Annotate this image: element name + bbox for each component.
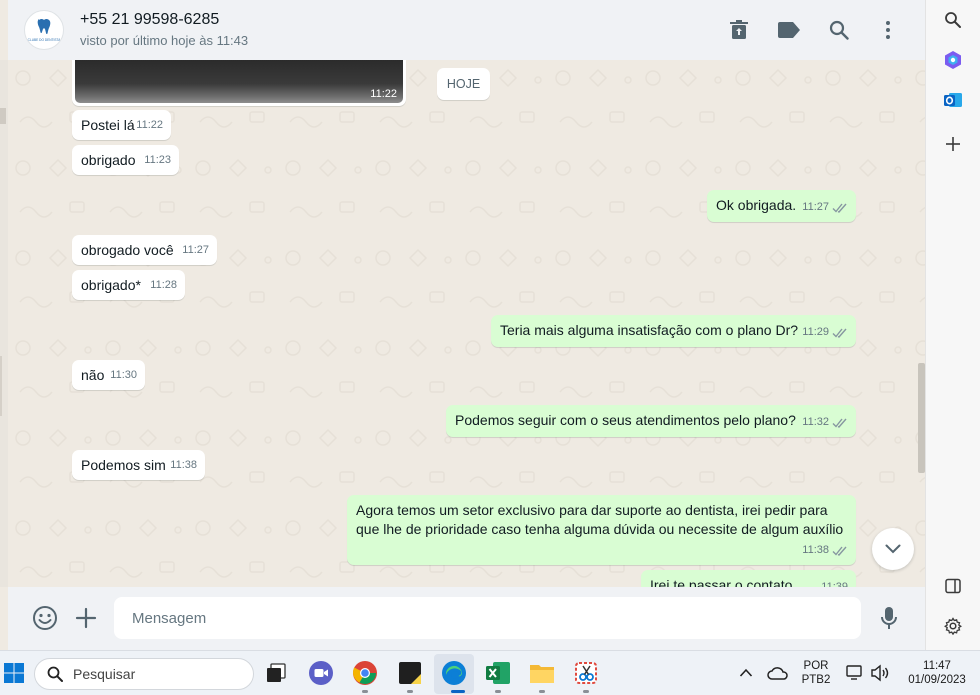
message-time: 11:23 [144, 154, 171, 166]
search-icon[interactable] [827, 18, 851, 42]
task-view-icon[interactable] [262, 659, 290, 687]
incoming-message[interactable]: Postei lá 11:22 [72, 110, 171, 140]
incoming-message[interactable]: obrogado você 11:27 [72, 235, 217, 265]
settings-gear-icon[interactable] [941, 614, 965, 638]
chat-header: CLUBE DO DENTISTA +55 21 99598-6285 vist… [8, 0, 925, 60]
message-time: 11:22 [136, 119, 163, 131]
chevron-up-icon[interactable] [732, 659, 760, 687]
outgoing-message[interactable]: Podemos seguir com o seus atendimentos p… [446, 405, 856, 437]
volume-icon[interactable] [866, 659, 894, 687]
windows-taskbar: Pesquisar POR PTB2 11:47 01/09/2023 [0, 650, 980, 695]
microphone-icon[interactable] [876, 605, 902, 631]
keyboard-layout-label: PTB2 [801, 674, 831, 686]
active-indicator [451, 690, 465, 693]
message-time: 11:22 [370, 88, 397, 100]
read-ticks-icon [832, 546, 847, 556]
image-message[interactable]: 11:22 [72, 60, 406, 106]
windows-start-icon[interactable] [0, 659, 28, 687]
incoming-message[interactable]: Podemos sim 11:38 [72, 450, 205, 480]
running-indicator [583, 690, 589, 693]
message-text: Teria mais alguma insatisfação com o pla… [500, 322, 799, 338]
incoming-message[interactable]: não 11:30 [72, 360, 145, 390]
contact-avatar[interactable]: CLUBE DO DENTISTA [24, 10, 64, 50]
outgoing-message[interactable]: Agora temos um setor exclusivo para dar … [347, 495, 856, 565]
incoming-message[interactable]: obrigado 11:23 [72, 145, 179, 175]
input-language[interactable]: POR PTB2 [798, 659, 834, 687]
avatar-logo-text: CLUBE DO DENTISTA [28, 38, 62, 42]
contact-last-seen: visto por último hoje às 11:43 [80, 33, 249, 48]
message-composer [8, 587, 925, 650]
clock-time: 11:47 [923, 660, 951, 672]
emoji-icon[interactable] [32, 605, 58, 631]
message-text: não [81, 367, 105, 383]
read-ticks-icon [832, 328, 847, 338]
message-time: 11:27 [802, 201, 829, 213]
message-input[interactable] [114, 597, 861, 639]
outgoing-message[interactable]: Teria mais alguma insatisfação com o pla… [491, 315, 856, 347]
chat-scrollbar[interactable] [918, 363, 925, 473]
trash-icon[interactable] [727, 18, 751, 42]
more-vertical-icon[interactable] [876, 18, 900, 42]
contact-name[interactable]: +55 21 99598-6285 [80, 11, 219, 29]
edge-browser-icon[interactable] [440, 659, 468, 687]
label-icon[interactable] [777, 18, 801, 42]
scroll-to-bottom-button[interactable] [872, 528, 914, 570]
message-text: Ok obrigada. [716, 197, 797, 213]
message-time: 11:27 [182, 244, 209, 256]
date-divider: HOJE [437, 68, 490, 100]
read-ticks-icon [832, 418, 847, 428]
language-label: POR [803, 660, 829, 672]
message-time: 11:39 [821, 581, 848, 587]
incoming-message[interactable]: obrigado* 11:28 [72, 270, 185, 300]
message-text: Podemos seguir com o seus atendimentos p… [455, 412, 796, 428]
left-edge-strip [0, 60, 8, 587]
chevron-down-icon [885, 544, 901, 554]
excel-icon[interactable] [484, 659, 512, 687]
message-time: 11:32 [802, 416, 829, 428]
message-text: obrogado você [81, 242, 174, 258]
outlook-icon[interactable] [941, 88, 965, 112]
attach-plus-icon[interactable] [73, 605, 99, 631]
running-indicator [362, 690, 368, 693]
sidebar-toggle-icon[interactable] [941, 574, 965, 598]
sticky-notes-icon[interactable] [396, 659, 424, 687]
image-thumbnail[interactable]: 11:22 [75, 60, 403, 103]
running-indicator [495, 690, 501, 693]
message-time: 11:38 [802, 544, 829, 556]
taskbar-search[interactable]: Pesquisar [34, 658, 254, 690]
message-time: 11:30 [110, 369, 137, 381]
snipping-tool-icon[interactable] [572, 659, 600, 687]
outgoing-message[interactable]: Irei te passar o contato. 11:39 [641, 570, 856, 587]
message-time: 11:29 [802, 326, 829, 338]
copilot-icon[interactable] [941, 48, 965, 72]
taskbar-search-placeholder: Pesquisar [73, 666, 136, 682]
onedrive-cloud-icon[interactable] [764, 659, 792, 687]
add-icon[interactable] [941, 132, 965, 156]
message-text: Irei te passar o contato. [650, 577, 797, 587]
read-ticks-icon [832, 203, 847, 213]
message-time: 11:38 [170, 459, 197, 471]
message-text: obrigado* [81, 277, 141, 293]
teams-meet-icon[interactable] [307, 659, 335, 687]
file-explorer-icon[interactable] [528, 659, 556, 687]
message-text: Podemos sim [81, 457, 166, 473]
search-icon [47, 666, 63, 682]
dental-logo-icon: CLUBE DO DENTISTA [28, 19, 62, 42]
clock-date: 01/09/2023 [908, 674, 966, 686]
chrome-icon[interactable] [351, 659, 379, 687]
search-icon[interactable] [941, 8, 965, 32]
running-indicator [407, 690, 413, 693]
outgoing-message[interactable]: Ok obrigada. 11:27 [707, 190, 856, 222]
edge-sidebar [925, 0, 980, 650]
message-text: obrigado [81, 152, 136, 168]
message-text: Postei lá [81, 117, 135, 133]
message-clip: Irei te passar o contato. 11:39 [0, 570, 925, 587]
system-clock[interactable]: 11:47 01/09/2023 [898, 659, 976, 687]
whatsapp-web-app: CLUBE DO DENTISTA +55 21 99598-6285 vist… [0, 0, 925, 650]
message-text: Agora temos um setor exclusivo para dar … [356, 502, 844, 537]
running-indicator [539, 690, 545, 693]
message-time: 11:28 [150, 279, 177, 291]
